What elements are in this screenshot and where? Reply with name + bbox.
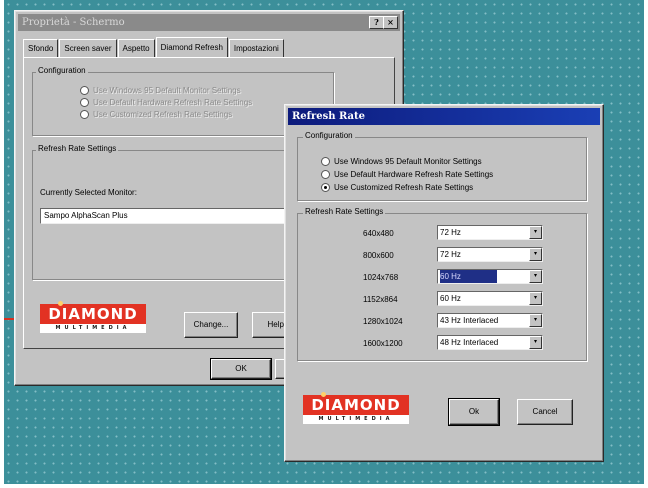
tab-sfondo[interactable]: Sfondo [23, 39, 59, 57]
display-properties-titlebar[interactable]: Proprietà - Schermo ? × [18, 14, 400, 31]
back-config-option-1: Use Windows 95 Default Monitor Settings [80, 86, 241, 95]
help-titlebar-button[interactable]: ? [369, 16, 384, 29]
diamond-logo-text: DIAMOND [303, 395, 409, 415]
monitor-value: Sampo AlphaScan Plus [44, 211, 128, 220]
radio-icon [80, 110, 89, 119]
close-icon: × [387, 17, 394, 27]
radio-icon[interactable] [321, 170, 330, 179]
ok-button[interactable]: Ok [448, 398, 500, 426]
logo-spark-icon [321, 392, 326, 397]
res-label-1024x768: 1024x768 [363, 273, 399, 282]
refresh-label: Refresh Rate Settings [303, 207, 386, 216]
rate-select-1024x768[interactable]: 60 Hz ▾ [437, 269, 543, 284]
tab-screen-saver[interactable]: Screen saver [59, 39, 117, 57]
res-label-800x600: 800x600 [363, 251, 394, 260]
rate-value: 72 Hz [440, 228, 461, 237]
rate-value: 60 Hz [440, 294, 461, 303]
refresh-rate-titlebar[interactable]: Refresh Rate [288, 108, 600, 125]
close-titlebar-button[interactable]: × [383, 16, 398, 29]
rate-value: 72 Hz [440, 250, 461, 259]
back-config-label: Configuration [36, 66, 88, 75]
res-label-1600x1200: 1600x1200 [363, 339, 403, 348]
tab-strip: Sfondo Screen saver Aspetto Diamond Refr… [23, 37, 285, 57]
monitor-label: Currently Selected Monitor: [40, 188, 137, 197]
rate-select-640x480[interactable]: 72 Hz ▾ [437, 225, 543, 240]
chevron-down-icon[interactable]: ▾ [529, 314, 542, 327]
logo-spark-icon [58, 301, 63, 306]
rate-select-1152x864[interactable]: 60 Hz ▾ [437, 291, 543, 306]
diamond-logo-text: DIAMOND [40, 304, 146, 324]
rate-value: 43 Hz Interlaced [440, 316, 499, 325]
rate-value: 60 Hz [440, 270, 497, 283]
res-label-1152x864: 1152x864 [363, 295, 398, 304]
tab-aspetto[interactable]: Aspetto [117, 39, 155, 57]
config-option-customized[interactable]: Use Customized Refresh Rate Settings [321, 183, 473, 192]
tab-diamond-refresh[interactable]: Diamond Refresh [155, 37, 228, 57]
radio-icon[interactable] [321, 157, 330, 166]
chevron-down-icon[interactable]: ▾ [529, 270, 542, 283]
desktop-background: Proprietà - Schermo ? × Sfondo Screen sa… [4, 0, 644, 484]
rate-select-1600x1200[interactable]: 48 Hz Interlaced ▾ [437, 335, 543, 350]
res-label-640x480: 640x480 [363, 229, 394, 238]
radio-icon [80, 98, 89, 107]
multimedia-logo-text: MULTIMEDIA [303, 415, 409, 424]
config-option-windows-default[interactable]: Use Windows 95 Default Monitor Settings [321, 157, 482, 166]
chevron-down-icon[interactable]: ▾ [529, 292, 542, 305]
radio-icon [80, 86, 89, 95]
radio-selected-icon[interactable] [321, 183, 330, 192]
refresh-rate-dialog: Refresh Rate Configuration Use Windows 9… [284, 104, 604, 462]
chevron-down-icon[interactable]: ▾ [529, 248, 542, 261]
config-label: Configuration [303, 131, 355, 140]
tab-impostazioni[interactable]: Impostazioni [228, 39, 284, 57]
back-diamond-logo: DIAMOND MULTIMEDIA [40, 301, 146, 333]
help-icon: ? [374, 17, 379, 27]
chevron-down-icon[interactable]: ▾ [529, 226, 542, 239]
config-option-hardware-default[interactable]: Use Default Hardware Refresh Rate Settin… [321, 170, 493, 179]
rate-select-800x600[interactable]: 72 Hz ▾ [437, 247, 543, 262]
front-diamond-logo: DIAMOND MULTIMEDIA [303, 392, 409, 424]
back-config-option-2: Use Default Hardware Refresh Rate Settin… [80, 98, 252, 107]
chevron-down-icon[interactable]: ▾ [529, 336, 542, 349]
window-title: Proprietà - Schermo [22, 17, 125, 28]
back-config-option-3: Use Customized Refresh Rate Settings [80, 110, 232, 119]
rate-select-1280x1024[interactable]: 43 Hz Interlaced ▾ [437, 313, 543, 328]
cancel-button[interactable]: Cancel [517, 399, 573, 425]
back-refresh-label: Refresh Rate Settings [36, 144, 119, 153]
ok-button[interactable]: OK [210, 358, 272, 380]
multimedia-logo-text: MULTIMEDIA [40, 324, 146, 333]
rate-value: 48 Hz Interlaced [440, 338, 499, 347]
change-button[interactable]: Change... [184, 312, 238, 338]
dialog-title: Refresh Rate [292, 111, 365, 122]
res-label-1280x1024: 1280x1024 [363, 317, 403, 326]
